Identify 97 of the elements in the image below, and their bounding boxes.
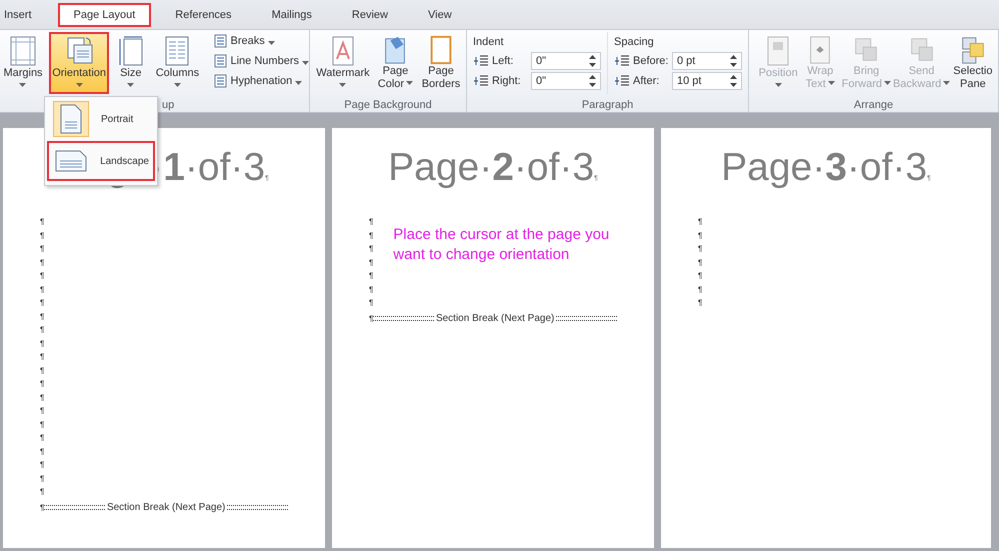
- orientation-button[interactable]: Orientation: [48, 32, 110, 94]
- selection-button[interactable]: Selectio Pane: [954, 32, 992, 94]
- spin-field[interactable]: 0": [531, 72, 601, 90]
- paragraph-mark: ¶: [40, 459, 44, 471]
- caret-icon: [884, 81, 892, 86]
- ribbon-tab[interactable]: View: [412, 2, 468, 26]
- paragraph-mark: ¶: [698, 297, 702, 309]
- hyphenation-button[interactable]: Hyphenation: [212, 74, 309, 88]
- margins-button[interactable]: Margins: [0, 32, 46, 94]
- paragraph-mark: ¶: [369, 297, 374, 309]
- field-label: Before:: [633, 55, 669, 67]
- paragraph-mark: ¶: [369, 284, 374, 296]
- paragraph-mark: ¶: [40, 446, 44, 458]
- paragraph-mark: ¶: [40, 297, 44, 309]
- caret-icon: [127, 83, 134, 87]
- paragraph-mark: ¶: [40, 364, 44, 376]
- paragraph-mark: ¶: [40, 351, 44, 363]
- paragraph-mark: ¶: [369, 312, 374, 324]
- paragraph-mark: ¶: [40, 310, 44, 322]
- instruction-text: Place the cursor at the page you want to change orientation: [392, 225, 610, 265]
- spin-arrows-icon: [589, 54, 596, 68]
- group-label: Arrange: [854, 99, 894, 111]
- paragraph-mark: ¶: [369, 216, 374, 228]
- paragraph-mark: ¶: [40, 502, 44, 514]
- pageborders-button[interactable]: Page Borders: [418, 32, 463, 94]
- ribbon-tab[interactable]: Mailings: [256, 2, 328, 26]
- ribbon-tab[interactable]: Page Layout: [58, 2, 152, 26]
- paragraph-mark: ¶: [698, 270, 702, 282]
- ribbon-tab[interactable]: Insert: [0, 2, 48, 26]
- caret-icon: [174, 83, 181, 87]
- paragraph-mark: ¶: [40, 472, 44, 484]
- landscape-menu-item[interactable]: Landscape: [47, 141, 155, 181]
- paragraph-mark: ¶: [40, 432, 44, 444]
- paragraph-mark: ¶: [40, 486, 44, 498]
- paragraph-mark: ¶: [369, 256, 374, 268]
- portrait-page-icon: [59, 104, 83, 134]
- paragraph-mark: ¶: [40, 418, 44, 430]
- caret-icon: [295, 80, 302, 84]
- paragraph-mark: ¶: [40, 256, 44, 268]
- landscape-page-icon: [54, 150, 87, 172]
- paragraph-mark: ¶: [698, 284, 702, 296]
- caret-icon: [76, 83, 83, 87]
- group-label: Paragraph: [582, 99, 634, 111]
- breaks-button[interactable]: Breaks: [212, 34, 309, 48]
- section-break-label: Section Break (Next Page): [434, 312, 556, 324]
- paragraph-mark: ¶: [698, 230, 702, 242]
- section-label: Indent: [473, 36, 505, 48]
- indent-icon: [473, 54, 489, 68]
- spin-arrows-icon: [730, 74, 737, 88]
- paragraph-mark: ¶: [40, 270, 44, 282]
- caret-icon: [774, 83, 782, 87]
- columns-button[interactable]: Columns: [152, 32, 202, 94]
- paragraph-mark: ¶: [40, 392, 44, 404]
- spin-field[interactable]: 0 pt: [672, 52, 742, 70]
- paragraph-mark: ¶: [40, 405, 44, 417]
- indent-icon: [473, 74, 489, 88]
- paragraph-mark: ¶: [698, 216, 702, 228]
- paragraph-mark: ¶: [698, 243, 702, 255]
- paragraph-mark: ¶: [40, 243, 44, 255]
- spin-arrows-icon: [589, 74, 596, 88]
- paragraph-mark: ¶: [369, 230, 374, 242]
- watermark-button[interactable]: Watermark: [314, 32, 372, 94]
- pagecolor-button[interactable]: Page Color: [374, 32, 416, 94]
- paragraph-mark: ¶: [40, 230, 44, 242]
- spin-arrows-icon: [730, 54, 737, 68]
- spacing-icon: [614, 54, 630, 68]
- paragraph-mark: ¶: [369, 243, 374, 255]
- margins-icon: [8, 35, 38, 67]
- paragraph-mark: ¶: [40, 338, 44, 350]
- caret-icon: [406, 81, 414, 86]
- caret-icon: [19, 83, 26, 87]
- paragraph-mark: ¶: [698, 256, 702, 268]
- ribbon-tab[interactable]: Review: [336, 2, 404, 26]
- section-break-label: Section Break (Next Page): [106, 502, 226, 513]
- spin-field[interactable]: 0": [531, 52, 601, 70]
- spacing-icon: [614, 74, 630, 88]
- section-label: Spacing: [614, 36, 655, 48]
- caret-icon: [302, 60, 309, 64]
- caret-icon: [828, 81, 835, 86]
- size-button[interactable]: Size: [112, 32, 150, 94]
- ribbon-tab[interactable]: References: [159, 2, 248, 26]
- caret-icon: [943, 81, 950, 86]
- group-label: up: [162, 99, 174, 111]
- portrait-menu-item[interactable]: Portrait: [47, 99, 155, 139]
- line-numbers-button[interactable]: Line Numbers: [212, 54, 309, 68]
- field-label: Left:: [492, 55, 514, 67]
- paragraph-mark: ¶: [40, 324, 44, 336]
- field-label: Right:: [492, 75, 522, 87]
- paragraph-mark: ¶: [40, 284, 44, 296]
- paragraph-mark: ¶: [40, 216, 44, 228]
- paragraph-mark: ¶: [369, 270, 374, 282]
- paragraph-mark: ¶: [40, 378, 44, 390]
- caret-icon: [339, 83, 346, 87]
- spin-field[interactable]: 10 pt: [672, 72, 742, 90]
- field-label: After:: [633, 75, 660, 87]
- group-label: Page Background: [344, 99, 432, 111]
- caret-icon: [268, 40, 275, 44]
